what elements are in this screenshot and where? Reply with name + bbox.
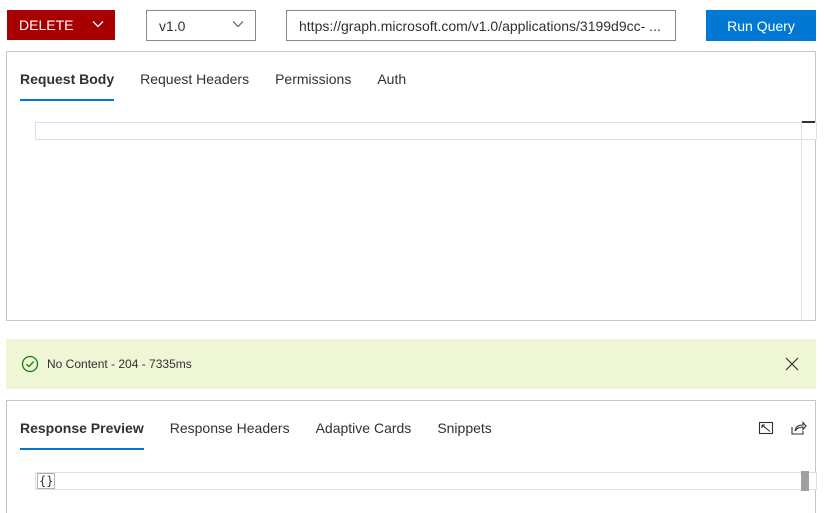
tab-adaptive-cards[interactable]: Adaptive Cards — [303, 420, 425, 456]
http-method-label: DELETE — [19, 17, 74, 33]
tab-request-headers[interactable]: Request Headers — [127, 71, 262, 107]
tab-response-preview[interactable]: Response Preview — [20, 420, 157, 456]
expand-icon[interactable] — [757, 419, 775, 437]
share-icon[interactable] — [789, 419, 807, 437]
request-body-editor[interactable] — [35, 122, 817, 140]
response-tabs: Response Preview Response Headers Adapti… — [20, 420, 505, 456]
response-actions — [757, 419, 807, 437]
version-dropdown[interactable]: v1.0 — [146, 10, 256, 41]
tab-request-body[interactable]: Request Body — [20, 71, 127, 107]
request-panel: Request Body Request Headers Permissions… — [6, 51, 817, 321]
chevron-down-icon — [91, 17, 105, 34]
http-method-dropdown[interactable]: DELETE — [7, 10, 115, 40]
response-panel: Response Preview Response Headers Adapti… — [6, 400, 817, 513]
tab-permissions[interactable]: Permissions — [262, 71, 364, 107]
url-input[interactable]: https://graph.microsoft.com/v1.0/applica… — [286, 10, 676, 41]
success-check-icon — [21, 355, 39, 373]
response-editor-scrollbar[interactable] — [801, 471, 809, 491]
status-text: No Content - 204 - 7335ms — [47, 357, 192, 371]
status-message-bar: No Content - 204 - 7335ms — [6, 339, 816, 389]
chevron-down-icon — [231, 17, 245, 34]
request-tabs: Request Body Request Headers Permissions… — [20, 71, 419, 107]
tab-snippets[interactable]: Snippets — [424, 420, 504, 456]
version-label: v1.0 — [159, 17, 186, 34]
response-body-editor[interactable]: {} — [35, 472, 817, 490]
run-query-button[interactable]: Run Query — [706, 10, 816, 41]
request-editor-scrollbar[interactable] — [801, 121, 815, 321]
response-body-text: {} — [37, 473, 56, 489]
tab-auth[interactable]: Auth — [364, 71, 419, 107]
tab-response-headers[interactable]: Response Headers — [157, 420, 303, 456]
url-value: https://graph.microsoft.com/v1.0/applica… — [299, 17, 661, 34]
close-icon[interactable] — [784, 356, 800, 372]
